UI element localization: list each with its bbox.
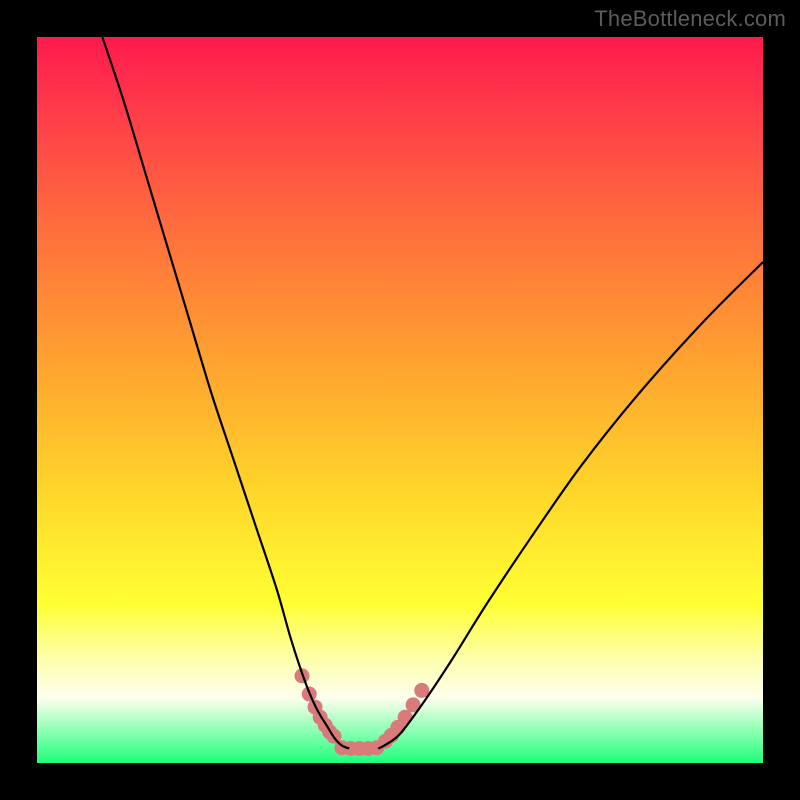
curve-left-branch: [102, 37, 349, 748]
dot-markers: [294, 668, 429, 756]
bottleneck-curve: [37, 37, 763, 763]
watermark-text: TheBottleneck.com: [594, 6, 786, 32]
curve-right-branch: [378, 262, 763, 748]
chart-frame: [37, 37, 763, 763]
